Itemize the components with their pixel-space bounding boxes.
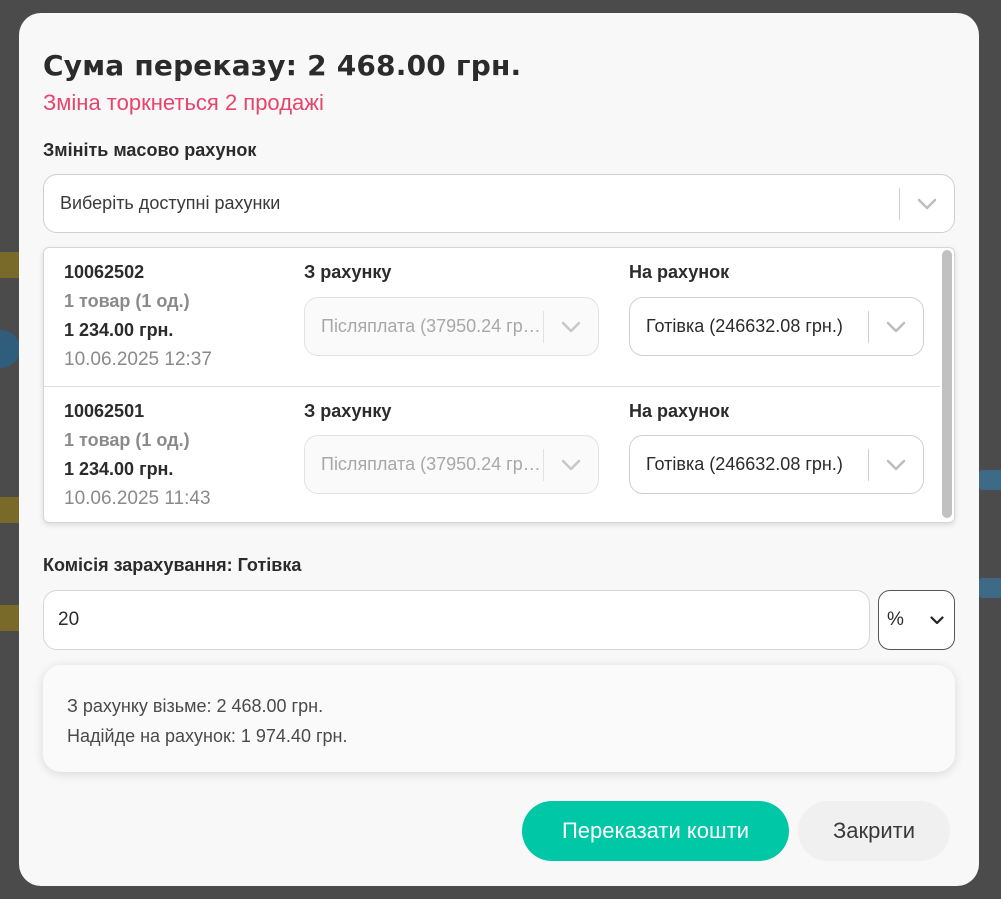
- sale-amount: 1 234.00 грн.: [64, 459, 174, 479]
- scrollbar-thumb[interactable]: [942, 250, 952, 518]
- bulk-account-label: Змініть масово рахунок: [43, 140, 257, 160]
- bulk-account-select[interactable]: Виберіть доступні рахунки: [43, 174, 955, 233]
- sale-amount: 1 234.00 грн.: [64, 320, 174, 340]
- sale-row: 10062502 1 товар (1 од.) 1 234.00 грн. 1…: [44, 248, 942, 386]
- summary-take-from: З рахунку візьме: 2 468.00 грн.: [67, 696, 324, 716]
- commission-label: Комісія зарахування: Готівка: [43, 555, 302, 575]
- sales-list[interactable]: 10062502 1 товар (1 од.) 1 234.00 грн. 1…: [43, 247, 955, 523]
- bulk-account-placeholder: Виберіть доступні рахунки: [60, 193, 281, 213]
- sales-list-scrollbar[interactable]: [940, 248, 954, 522]
- from-account-value: Післяплата (37950.24 грн.): [321, 316, 543, 336]
- from-account-value: Післяплата (37950.24 грн.): [321, 454, 543, 474]
- transfer-funds-button[interactable]: Переказати кошти: [522, 801, 789, 861]
- sale-id: 10062501: [64, 401, 145, 421]
- transfer-summary: З рахунку візьме: 2 468.00 грн. Надійде …: [43, 665, 955, 772]
- chevron-down-icon: [930, 615, 944, 624]
- background-avatar: [0, 330, 20, 368]
- commission-unit-value: %: [887, 609, 904, 630]
- sale-id: 10062502: [64, 262, 145, 282]
- to-account-value: Готівка (246632.08 грн.): [646, 316, 843, 336]
- close-button[interactable]: Закрити: [798, 801, 950, 861]
- sale-date: 10.06.2025 12:37: [64, 349, 212, 370]
- modal-title: Сума переказу: 2 468.00 грн.: [43, 49, 522, 82]
- to-account-label: На рахунок: [629, 262, 730, 282]
- sale-date: 10.06.2025 11:43: [64, 488, 211, 509]
- to-account-select[interactable]: Готівка (246632.08 грн.): [629, 435, 924, 494]
- to-account-value: Готівка (246632.08 грн.): [646, 454, 843, 474]
- chevron-down-icon: [544, 436, 598, 493]
- chevron-down-icon[interactable]: [900, 175, 954, 232]
- commission-unit-select[interactable]: %: [878, 590, 955, 650]
- chevron-down-icon[interactable]: [869, 298, 923, 355]
- background-header: [0, 0, 1001, 12]
- background-link: [979, 578, 1001, 598]
- to-account-select[interactable]: Готівка (246632.08 грн.): [629, 297, 924, 356]
- chevron-down-icon: [544, 298, 598, 355]
- affected-sales-notice: Зміна торкнеться 2 продажі: [43, 90, 324, 115]
- to-account-label: На рахунок: [629, 401, 730, 421]
- background-link: [979, 470, 1001, 490]
- commission-input[interactable]: 20: [43, 590, 870, 650]
- summary-arrive-to: Надійде на рахунок: 1 974.40 грн.: [67, 726, 348, 746]
- from-account-label: З рахунку: [304, 262, 392, 282]
- sale-row: 10062501 1 товар (1 од.) 1 234.00 грн. 1…: [44, 386, 942, 522]
- from-account-label: З рахунку: [304, 401, 392, 421]
- commission-value: 20: [58, 609, 80, 630]
- chevron-down-icon[interactable]: [869, 436, 923, 493]
- sale-items: 1 товар (1 од.): [64, 430, 190, 450]
- from-account-select: Післяплата (37950.24 грн.): [304, 297, 599, 356]
- sale-items: 1 товар (1 од.): [64, 291, 190, 311]
- from-account-select: Післяплата (37950.24 грн.): [304, 435, 599, 494]
- transfer-modal: Сума переказу: 2 468.00 грн. Зміна торкн…: [19, 13, 979, 886]
